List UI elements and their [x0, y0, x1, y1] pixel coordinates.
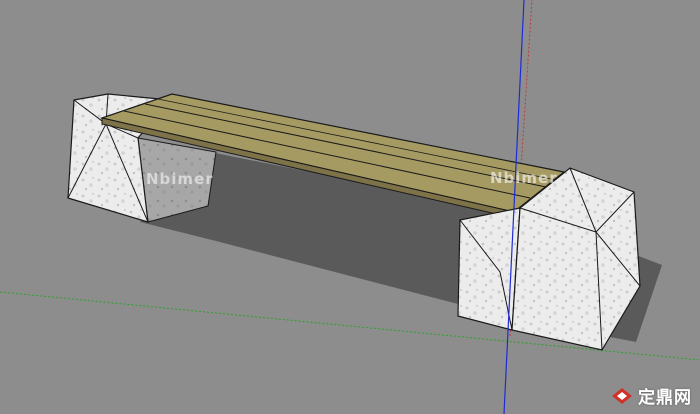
watermark-left: Nbimer — [146, 170, 214, 188]
modeling-viewport[interactable]: Nbimer Nbimer 定鼎网 — [0, 0, 700, 414]
logo-text: 定鼎网 — [638, 388, 692, 408]
watermark-right: Nbimer — [490, 169, 558, 187]
site-logo: 定鼎网 — [611, 383, 692, 408]
diamond-logo-icon — [612, 387, 632, 404]
bench-model-scene[interactable] — [0, 0, 700, 414]
